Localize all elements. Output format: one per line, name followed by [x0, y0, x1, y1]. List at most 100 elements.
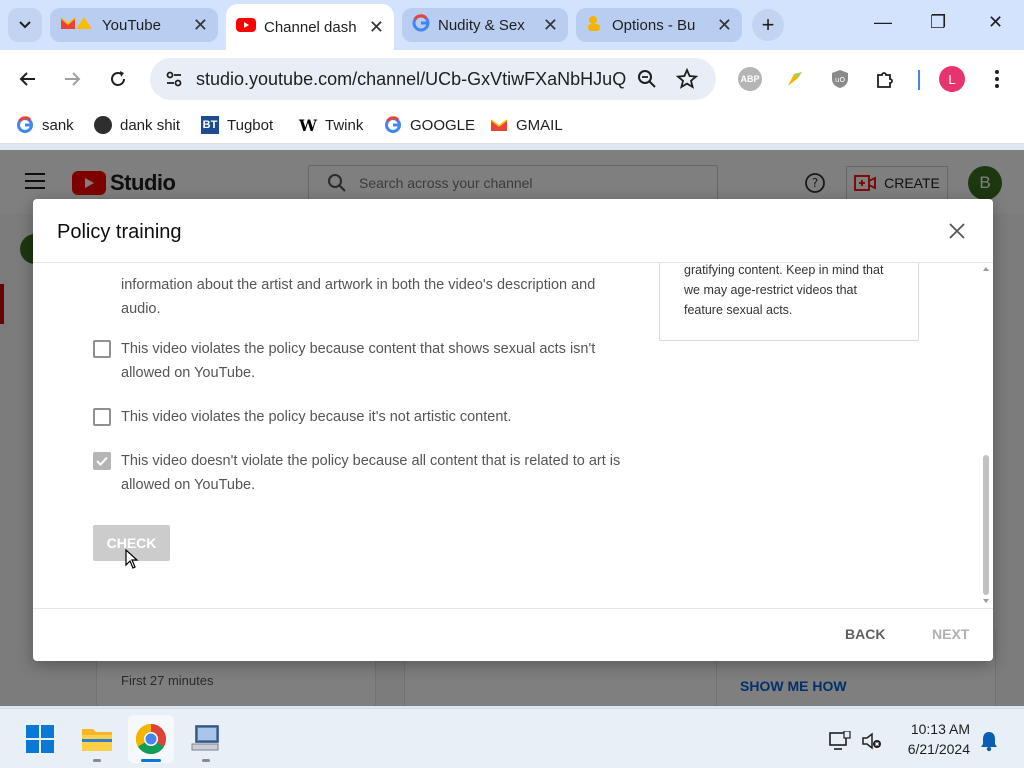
- policy-info-text: gratifying content. Keep in mind that we…: [684, 263, 884, 317]
- extensions-puzzle-icon[interactable]: [872, 66, 898, 92]
- bookmark-sank[interactable]: sank: [16, 116, 74, 134]
- adblock-plus-icon[interactable]: ABP: [737, 66, 763, 92]
- answer-label: This video doesn't violate the policy be…: [121, 453, 621, 493]
- tab-search-button[interactable]: [8, 8, 42, 42]
- bookmarks-bar: sank dank shit BT Tugbot W Twink GOOGLE …: [0, 108, 1024, 144]
- forward-button[interactable]: [58, 65, 86, 93]
- bookmark-label: GMAIL: [516, 116, 563, 134]
- google-icon: [16, 116, 34, 134]
- google-favicon: [412, 14, 430, 36]
- ublock-origin-icon[interactable]: uO: [827, 66, 853, 92]
- google-icon: [384, 116, 402, 134]
- new-tab-button[interactable]: +: [752, 9, 784, 41]
- answer-option-3[interactable]: This video doesn't violate the policy be…: [93, 449, 653, 497]
- chrome-icon[interactable]: [133, 721, 169, 757]
- file-explorer-icon[interactable]: [79, 721, 115, 757]
- question-continuation-text: information about the artist and artwork…: [121, 263, 631, 321]
- minimize-button[interactable]: —: [874, 12, 892, 33]
- zoom-icon[interactable]: [636, 68, 658, 95]
- tab-label: Options - Bu: [612, 16, 696, 34]
- restore-button[interactable]: ❐: [930, 12, 946, 33]
- toolbar-divider: [918, 70, 920, 90]
- bookmark-twink[interactable]: W Twink: [299, 115, 364, 135]
- close-icon: [949, 223, 965, 239]
- bookmark-label: Twink: [325, 116, 364, 134]
- system-clock[interactable]: 10:13 AM 6/21/2024: [896, 719, 970, 759]
- tab-youtube[interactable]: YouTube ✕: [50, 8, 218, 42]
- tab-close-icon[interactable]: ✕: [193, 15, 208, 36]
- bookmark-label: GOOGLE: [410, 116, 476, 134]
- back-button[interactable]: [14, 65, 42, 93]
- abp-badge: ABP: [738, 67, 762, 91]
- bookmark-tugbot[interactable]: BT Tugbot: [201, 116, 273, 134]
- gmail-youtube-favicon: [60, 15, 94, 35]
- tab-close-icon[interactable]: ✕: [543, 15, 558, 36]
- chevron-down-icon: [19, 21, 31, 29]
- more-vertical-icon: [995, 70, 999, 88]
- taskbar-running-indicator: [202, 759, 210, 762]
- answer-option-1[interactable]: This video violates the policy because c…: [93, 337, 653, 385]
- clipped-text-line: [121, 263, 631, 273]
- gmail-icon: [490, 116, 508, 134]
- tab-channel-dashboard[interactable]: Channel dash ✕: [226, 4, 394, 50]
- tab-options[interactable]: Options - Bu ✕: [576, 8, 742, 42]
- extension-pinned-icon[interactable]: [782, 66, 808, 92]
- youtube-favicon: [236, 18, 256, 36]
- dialog-header: Policy training: [33, 199, 993, 263]
- windows-start-icon[interactable]: [22, 721, 58, 757]
- url-text[interactable]: studio.youtube.com/channel/UCb-GxVtiwFXa…: [196, 69, 626, 90]
- tab-label: Channel dash: [264, 18, 357, 36]
- continuation-text: information about the artist and artwork…: [121, 277, 596, 317]
- reload-icon: [111, 71, 125, 86]
- display-icon[interactable]: [828, 729, 852, 753]
- bookmark-label: Tugbot: [227, 116, 274, 134]
- dialog-close-button[interactable]: [945, 219, 969, 243]
- tab-close-icon[interactable]: ✕: [369, 17, 384, 38]
- remote-desktop-icon[interactable]: [188, 721, 224, 757]
- chrome-menu-button[interactable]: [984, 66, 1010, 92]
- scroll-down-arrow-icon[interactable]: [983, 599, 989, 603]
- address-bar[interactable]: studio.youtube.com/channel/UCb-GxVtiwFXa…: [150, 58, 716, 100]
- tab-label: Nudity & Sex: [438, 16, 525, 34]
- volume-muted-icon[interactable]: [860, 729, 884, 753]
- window-close-button[interactable]: ✕: [988, 12, 1003, 33]
- bookmark-dank-shit[interactable]: dank shit: [94, 116, 180, 134]
- tab-nudity-policy[interactable]: Nudity & Sex ✕: [402, 8, 568, 42]
- dialog-body[interactable]: information about the artist and artwork…: [33, 263, 993, 608]
- windows-taskbar: 10:13 AM 6/21/2024: [0, 708, 1024, 768]
- bookmark-google[interactable]: GOOGLE: [384, 116, 475, 134]
- next-button[interactable]: NEXT: [932, 626, 969, 642]
- reload-button[interactable]: [104, 65, 132, 93]
- scroll-up-arrow-icon[interactable]: [983, 267, 989, 271]
- answer-label: This video violates the policy because c…: [121, 341, 596, 381]
- browser-toolbar: studio.youtube.com/channel/UCb-GxVtiwFXa…: [0, 50, 1024, 108]
- answer-label: This video violates the policy because i…: [121, 409, 512, 425]
- extension-favicon: [586, 14, 604, 36]
- policy-training-dialog: Policy training information about the ar…: [33, 199, 993, 661]
- notification-bell-icon[interactable]: [977, 729, 1001, 753]
- dialog-title: Policy training: [57, 221, 182, 243]
- answer-checkbox[interactable]: [93, 340, 111, 358]
- dialog-footer: BACK NEXT: [33, 608, 993, 661]
- bt-icon: BT: [201, 116, 219, 134]
- plus-icon: +: [761, 12, 775, 37]
- dialog-scrollbar-thumb[interactable]: [983, 455, 989, 595]
- bookmark-gmail[interactable]: GMAIL: [490, 116, 563, 134]
- tab-label: YouTube: [102, 16, 161, 34]
- taskbar-active-indicator: [141, 759, 161, 762]
- checkmark-icon: [96, 456, 108, 466]
- arrow-right-icon: [65, 72, 81, 86]
- bookmark-label: sank: [42, 116, 74, 134]
- mouse-pointer-icon: [125, 548, 139, 574]
- wikipedia-icon: W: [299, 115, 317, 135]
- profile-avatar[interactable]: L: [939, 66, 965, 92]
- bookmark-label: dank shit: [120, 116, 181, 134]
- browser-tab-strip: YouTube ✕ Channel dash ✕ Nudity & Sex ✕ …: [0, 0, 1024, 50]
- bookmark-star-icon[interactable]: [675, 67, 699, 95]
- answer-checkbox[interactable]: [93, 408, 111, 426]
- site-info-icon[interactable]: [162, 67, 186, 91]
- tab-close-icon[interactable]: ✕: [717, 15, 732, 36]
- back-button[interactable]: BACK: [845, 626, 885, 642]
- answer-checkbox-checked[interactable]: [93, 452, 111, 470]
- answer-option-2[interactable]: This video violates the policy because i…: [93, 405, 653, 429]
